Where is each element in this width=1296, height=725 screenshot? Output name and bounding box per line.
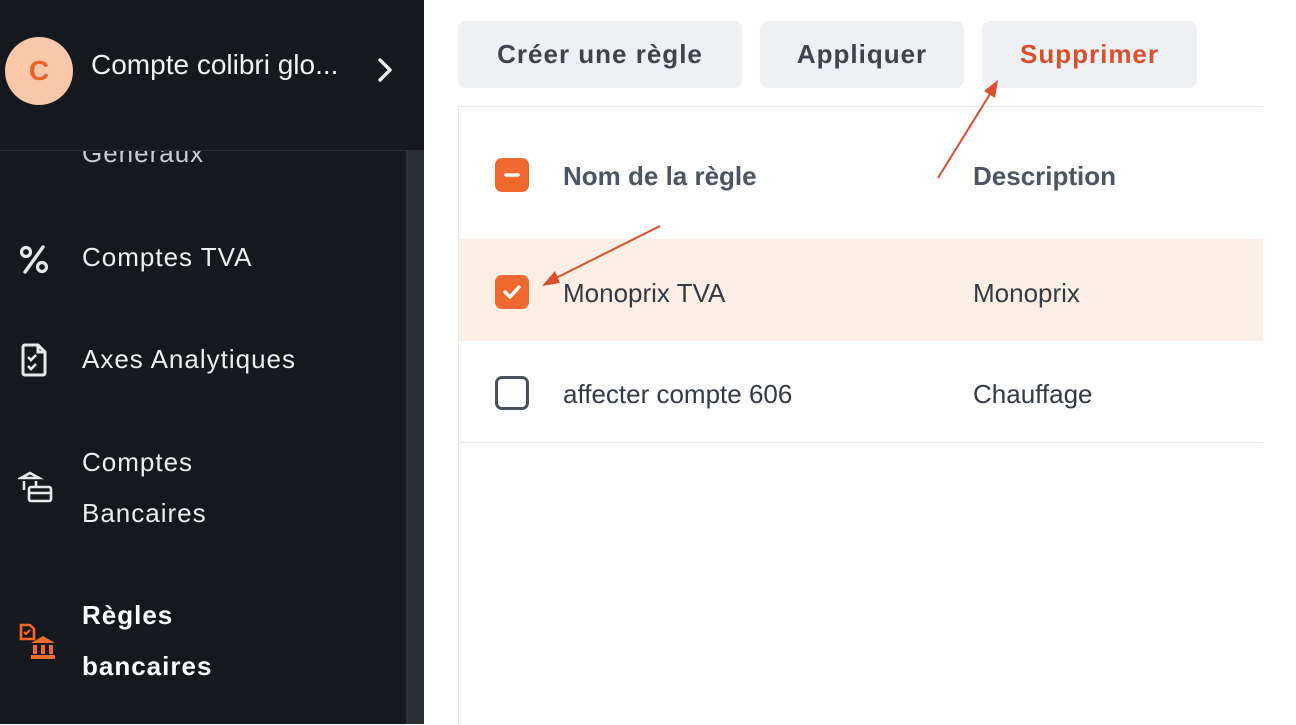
account-name: Compte colibri glo... xyxy=(91,49,339,80)
cell-rule-description: Chauffage xyxy=(973,379,1093,409)
sidebar: Généraux Comptes TVA Axes Analytiques Co… xyxy=(0,0,424,724)
document-check-icon xyxy=(18,342,50,383)
sidebar-item-label-line1: Règles xyxy=(82,600,174,630)
percent-icon xyxy=(18,243,50,280)
sidebar-item-label-line2: Bancaires xyxy=(82,498,207,528)
cell-rule-name: Monoprix TVA xyxy=(563,278,726,308)
bank-rules-icon xyxy=(18,622,58,667)
sidebar-item-regles-bancaires[interactable]: Règles bancaires xyxy=(0,590,406,692)
minus-icon xyxy=(504,173,520,177)
sidebar-scrollbar[interactable] xyxy=(406,150,424,724)
sidebar-item-label: Axes Analytiques xyxy=(82,344,297,374)
apply-button[interactable]: Appliquer xyxy=(760,21,964,88)
chevron-right-icon xyxy=(375,56,395,89)
sidebar-item-comptes-bancaires[interactable]: Comptes Bancaires xyxy=(0,437,406,539)
bank-accounts-icon xyxy=(15,470,54,511)
sidebar-item-label-line2: bancaires xyxy=(82,651,213,681)
checkmark-icon xyxy=(503,285,521,299)
sidebar-item-comptes-tva[interactable]: Comptes TVA xyxy=(0,232,406,283)
delete-button[interactable]: Supprimer xyxy=(982,21,1197,88)
sidebar-item-label-line1: Comptes xyxy=(82,447,194,477)
column-header-description[interactable]: Description xyxy=(973,161,1116,192)
cell-rule-description: Monoprix xyxy=(973,278,1080,308)
table-row[interactable]: affecter compte 606 Chauffage xyxy=(459,341,1263,443)
column-header-name[interactable]: Nom de la règle xyxy=(563,161,757,192)
sidebar-item-label: Comptes TVA xyxy=(82,242,253,272)
row-checkbox[interactable] xyxy=(495,376,529,410)
row-checkbox[interactable] xyxy=(495,275,529,309)
account-switcher[interactable]: C Compte colibri glo... xyxy=(0,0,424,151)
avatar: C xyxy=(5,37,73,105)
cell-rule-name: affecter compte 606 xyxy=(563,379,793,409)
table-row[interactable]: Monoprix TVA Monoprix xyxy=(459,239,1263,341)
rules-table: Nom de la règle Description Monoprix TVA… xyxy=(458,106,1263,725)
create-rule-button[interactable]: Créer une règle xyxy=(458,21,742,88)
table-header: Nom de la règle Description xyxy=(459,107,1263,239)
select-all-checkbox[interactable] xyxy=(495,158,529,192)
sidebar-item-axes-analytiques[interactable]: Axes Analytiques xyxy=(0,334,406,385)
